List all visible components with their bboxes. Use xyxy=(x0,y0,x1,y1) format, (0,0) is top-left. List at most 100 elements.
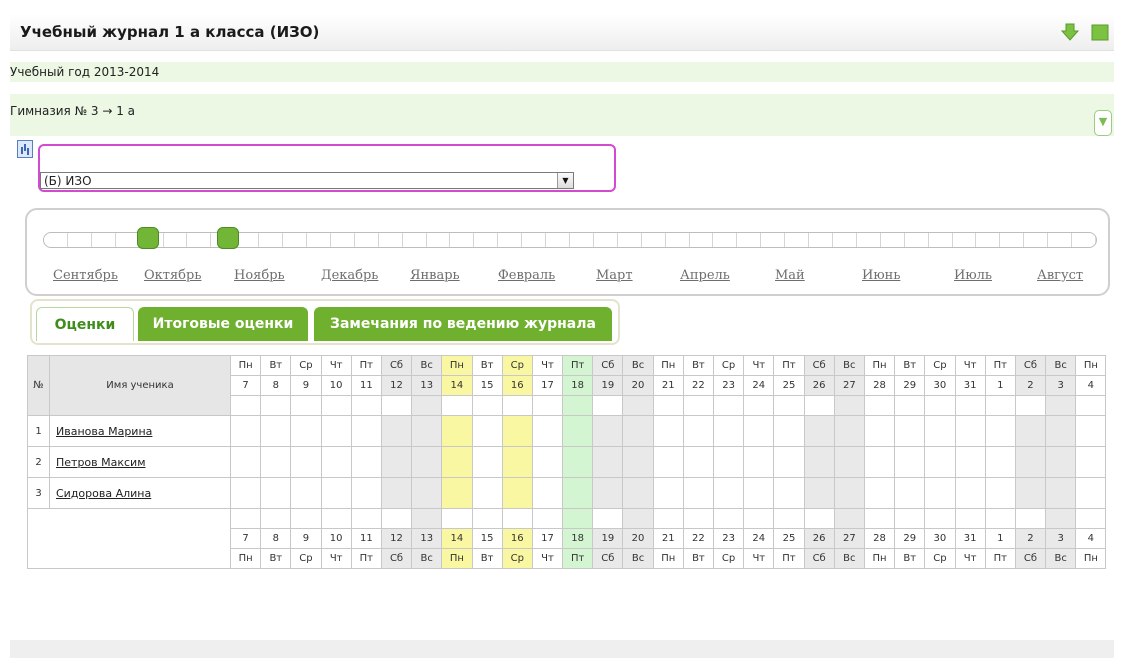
grade-cell[interactable] xyxy=(924,446,956,478)
grade-cell[interactable] xyxy=(350,446,382,478)
subject-select[interactable]: (Б) ИЗО ▼ xyxy=(40,172,574,189)
timeline-week-segment[interactable] xyxy=(737,233,762,247)
timeline-week-segment[interactable] xyxy=(522,233,547,247)
topic-cell[interactable] xyxy=(773,395,805,416)
grade-cell[interactable] xyxy=(592,446,624,478)
topic-cell[interactable] xyxy=(622,395,654,416)
date-header[interactable]: 30 xyxy=(924,375,956,396)
timeline-week-segment[interactable] xyxy=(570,233,594,247)
grade-cell[interactable] xyxy=(290,415,322,447)
grade-cell[interactable] xyxy=(803,477,835,509)
tab-grades[interactable]: Оценки xyxy=(36,307,134,341)
timeline-week-segment[interactable] xyxy=(929,233,953,247)
topic-cell[interactable] xyxy=(350,395,382,416)
grade-cell[interactable] xyxy=(743,477,775,509)
grade-cell[interactable] xyxy=(863,415,896,447)
date-header[interactable]: 3 xyxy=(1045,375,1077,396)
timeline-week-segment[interactable] xyxy=(187,233,212,247)
topic-cell[interactable] xyxy=(954,395,986,416)
timeline-week-segment[interactable] xyxy=(833,233,857,247)
grade-cell[interactable] xyxy=(984,415,1016,447)
date-header[interactable]: 1 xyxy=(984,375,1016,396)
grade-cell[interactable] xyxy=(1014,477,1047,509)
student-name-link[interactable]: Сидорова Алина xyxy=(56,487,151,500)
grade-cell[interactable] xyxy=(290,446,322,478)
date-header[interactable]: 27 xyxy=(833,375,865,396)
date-header[interactable]: 18 xyxy=(562,375,594,396)
date-header[interactable]: 23 xyxy=(712,375,745,396)
grade-cell[interactable] xyxy=(833,446,865,478)
grade-cell[interactable] xyxy=(863,477,896,509)
timeline-week-segment[interactable] xyxy=(905,233,929,247)
grade-cell[interactable] xyxy=(682,446,715,478)
timeline-week-segment[interactable] xyxy=(976,233,1001,247)
timeline-week-segment[interactable] xyxy=(666,233,690,247)
date-header[interactable]: 10 xyxy=(320,375,352,396)
timeline-week-segment[interactable] xyxy=(44,233,68,247)
timeline-week-segment[interactable] xyxy=(68,233,92,247)
month-link[interactable]: Март xyxy=(596,268,633,283)
timeline-week-segment[interactable] xyxy=(450,233,475,247)
timeline-week-segment[interactable] xyxy=(857,233,881,247)
date-header[interactable]: 31 xyxy=(954,375,986,396)
topic-cell[interactable] xyxy=(803,395,835,416)
grade-cell[interactable] xyxy=(984,446,1016,478)
timeline-week-segment[interactable] xyxy=(761,233,786,247)
grade-cell[interactable] xyxy=(984,477,1016,509)
student-name-link[interactable]: Петров Максим xyxy=(56,456,146,469)
timeline-week-segment[interactable] xyxy=(546,233,570,247)
date-header[interactable]: 29 xyxy=(894,375,926,396)
grade-cell[interactable] xyxy=(1014,415,1047,447)
grade-cell[interactable] xyxy=(320,415,352,447)
grade-cell[interactable] xyxy=(350,415,382,447)
topic-cell[interactable] xyxy=(1014,395,1047,416)
collapse-toggle-button[interactable]: ▼ xyxy=(1094,110,1112,136)
timeline-week-segment[interactable] xyxy=(1000,233,1025,247)
grade-cell[interactable] xyxy=(1075,415,1107,447)
timeline-week-segment[interactable] xyxy=(1072,233,1096,247)
topic-cell[interactable] xyxy=(712,395,745,416)
grade-cell[interactable] xyxy=(622,446,654,478)
grade-cell[interactable] xyxy=(350,477,382,509)
topic-cell[interactable] xyxy=(924,395,956,416)
grade-cell[interactable] xyxy=(1075,477,1107,509)
grade-cell[interactable] xyxy=(833,415,865,447)
grade-cell[interactable] xyxy=(773,477,805,509)
timeline-week-segment[interactable] xyxy=(785,233,810,247)
grade-cell[interactable] xyxy=(320,446,352,478)
topic-cell[interactable] xyxy=(743,395,775,416)
month-link[interactable]: Май xyxy=(775,268,805,283)
grade-cell[interactable] xyxy=(229,446,262,478)
grade-cell[interactable] xyxy=(682,477,715,509)
grade-cell[interactable] xyxy=(501,477,533,509)
grade-cell[interactable] xyxy=(471,415,503,447)
timeline-week-segment[interactable] xyxy=(427,233,451,247)
grade-cell[interactable] xyxy=(652,446,684,478)
timeline-week-segment[interactable] xyxy=(618,233,642,247)
date-header[interactable]: 17 xyxy=(531,375,564,396)
timeline-week-segment[interactable] xyxy=(92,233,116,247)
student-name-link[interactable]: Иванова Марина xyxy=(56,425,152,438)
topic-cell[interactable] xyxy=(562,395,594,416)
grade-cell[interactable] xyxy=(833,477,865,509)
topic-cell[interactable] xyxy=(531,395,564,416)
month-link[interactable]: Октябрь xyxy=(144,268,201,283)
date-header[interactable]: 7 xyxy=(229,375,262,396)
grade-cell[interactable] xyxy=(592,415,624,447)
topic-cell[interactable] xyxy=(1075,395,1107,416)
date-header[interactable]: 19 xyxy=(592,375,624,396)
grade-cell[interactable] xyxy=(501,446,533,478)
topic-cell[interactable] xyxy=(682,395,715,416)
date-header[interactable]: 9 xyxy=(290,375,322,396)
grade-cell[interactable] xyxy=(954,415,986,447)
grade-cell[interactable] xyxy=(531,415,564,447)
timeline-week-segment[interactable] xyxy=(355,233,379,247)
grade-cell[interactable] xyxy=(743,446,775,478)
topic-cell[interactable] xyxy=(984,395,1016,416)
date-header[interactable]: 13 xyxy=(411,375,443,396)
topic-cell[interactable] xyxy=(592,395,624,416)
timeline-week-segment[interactable] xyxy=(642,233,666,247)
dropdown-arrow-icon[interactable]: ▼ xyxy=(557,173,573,188)
topic-cell[interactable] xyxy=(833,395,865,416)
grade-cell[interactable] xyxy=(531,446,564,478)
